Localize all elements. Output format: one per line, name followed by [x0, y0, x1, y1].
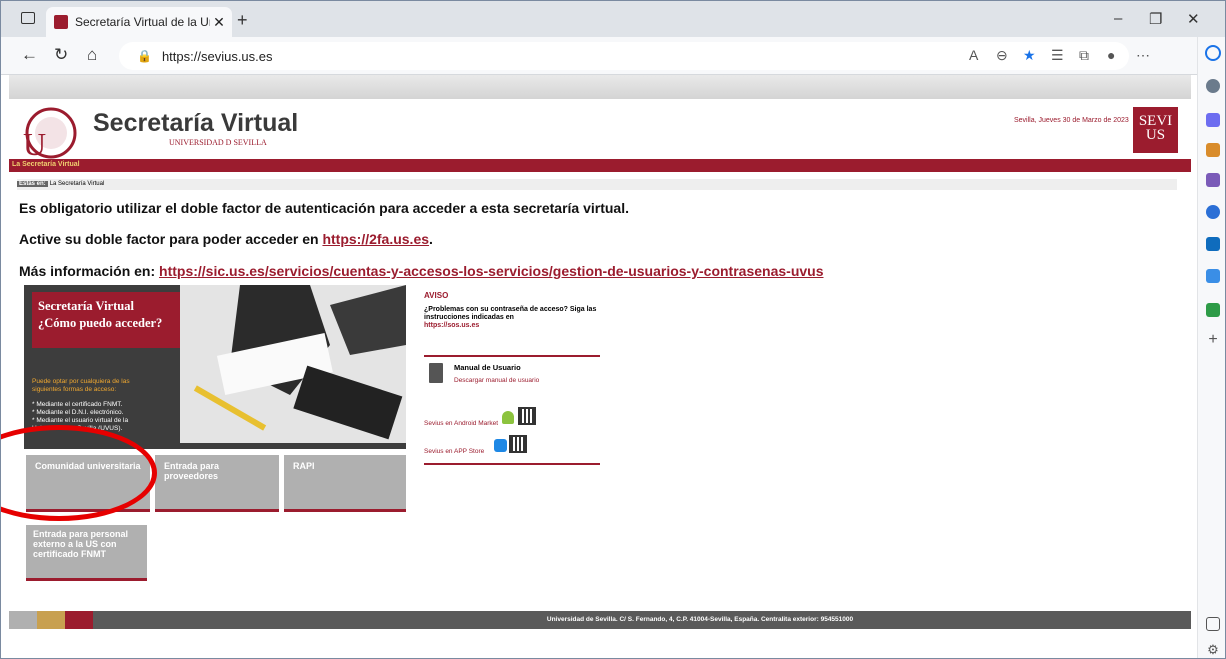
tile-rapi[interactable]: RAPI [284, 455, 406, 512]
promo-intro: Puede optar por cualquiera de las siguie… [32, 378, 130, 393]
aviso-heading: AVISO [424, 291, 449, 300]
nav-bar-label[interactable]: La Secretaría Virtual [12, 161, 80, 168]
browser-tab[interactable]: Secretaría Virtual de la Universid ✕ [46, 7, 232, 37]
tab-bar: Secretaría Virtual de la Universid ✕ + –… [1, 1, 1225, 37]
tools-icon[interactable] [1206, 143, 1220, 157]
sos-link[interactable]: https://sos.us.es [424, 322, 479, 329]
footer-swatch [37, 611, 65, 629]
games-icon[interactable] [1206, 173, 1220, 187]
footer-swatch [65, 611, 93, 629]
breadcrumb-value: La Secretaría Virtual [49, 181, 105, 187]
divider [424, 463, 600, 465]
favorite-star-icon[interactable]: ★ [1023, 47, 1036, 64]
promo-option: * Mediante el D.N.I. electrónico. [32, 409, 124, 416]
manual-download-link[interactable]: Descargar manual de usuario [454, 377, 539, 384]
divider [424, 355, 600, 357]
footer: Universidad de Sevilla. C/ S. Fernando, … [9, 611, 1191, 629]
sevius-logo: SEVI US [1133, 107, 1178, 153]
android-store-link[interactable]: Sevius en Android Market [424, 420, 498, 427]
notice-line-2-text: Active su doble factor para poder accede… [19, 231, 323, 247]
notice-line-2: Active su doble factor para poder accede… [19, 231, 433, 247]
svg-text:U: U [23, 126, 46, 159]
home-icon[interactable]: ⌂ [87, 45, 97, 65]
notice-line-1: Es obligatorio utilizar el doble factor … [19, 200, 629, 216]
zoom-icon[interactable]: ⊖ [996, 47, 1008, 64]
back-icon[interactable]: ← [21, 45, 38, 65]
close-window-icon[interactable]: ✕ [1187, 10, 1200, 28]
read-aloud-icon[interactable]: A [969, 47, 978, 63]
nav-bar: La Secretaría Virtual [9, 159, 1191, 172]
tree-icon[interactable] [1206, 303, 1220, 317]
add-icon[interactable]: + [1206, 332, 1220, 348]
tile-proveedores[interactable]: Entrada para proveedores [155, 455, 279, 512]
breadcrumb-label: Estás en: [17, 181, 48, 187]
aviso-text: ¿Problemas con su contraseña de acceso? … [424, 306, 600, 330]
sidebar-toggle-icon[interactable] [1206, 617, 1220, 631]
promo-heading-line-2: ¿Cómo puedo acceder? [38, 316, 163, 330]
document-icon [429, 363, 443, 383]
site-favicon-icon [54, 15, 68, 29]
aviso-body: ¿Problemas con su contraseña de acceso? … [424, 306, 597, 321]
shopping-icon[interactable] [1206, 113, 1220, 127]
apple-store-link[interactable]: Sevius en APP Store [424, 448, 484, 455]
send-icon[interactable] [1206, 269, 1220, 283]
android-icon [502, 411, 514, 424]
notice-line-3-text: Más información en: [19, 263, 160, 279]
android-qr-code [518, 407, 536, 425]
breadcrumb: Estás en: La Secretaría Virtual [17, 179, 1177, 190]
refresh-icon[interactable]: ↻ [54, 45, 68, 65]
address-bar-row: ← ↻ ⌂ 🔒 https://sevius.us.es A ⊖ ★ ☰ ⧉ ●… [1, 37, 1225, 75]
office-icon[interactable] [1206, 205, 1220, 219]
site-subtitle: UNIVERSIDAD D SEVILLA [169, 138, 267, 147]
collections-icon[interactable]: ⧉ [1079, 47, 1089, 64]
university-seal-logo: U [23, 107, 77, 159]
browser-window: Secretaría Virtual de la Universid ✕ + –… [0, 0, 1226, 659]
close-tab-icon[interactable]: ✕ [210, 14, 228, 31]
edge-sidebar: + ⚙ [1197, 37, 1225, 658]
notice-line-2-suffix: . [429, 231, 433, 247]
notice-line-3: Más información en: https://sic.us.es/se… [19, 263, 824, 279]
office-photo [180, 285, 406, 443]
more-menu-icon[interactable]: ⋯ [1136, 47, 1150, 64]
promo-heading-line-1: Secretaría Virtual [38, 299, 134, 313]
restore-icon[interactable]: ❐ [1149, 10, 1162, 28]
footer-swatch [9, 611, 37, 629]
2fa-link[interactable]: https://2fa.us.es [322, 231, 429, 247]
apple-qr-code [509, 435, 527, 453]
aviso-panel: AVISO ¿Problemas con su contraseña de ac… [424, 291, 600, 330]
tab-title: Secretaría Virtual de la Universid [75, 15, 210, 29]
favorites-list-icon[interactable]: ☰ [1051, 47, 1064, 64]
apple-store-icon [494, 439, 507, 452]
manual-title: Manual de Usuario [454, 363, 521, 372]
tile-personal-externo[interactable]: Entrada para personal externo a la US co… [26, 525, 147, 581]
more-info-link[interactable]: https://sic.us.es/servicios/cuentas-y-ac… [159, 263, 823, 279]
settings-gear-icon[interactable]: ⚙ [1206, 643, 1220, 657]
access-promo-banner: Secretaría Virtual ¿Cómo puedo acceder? … [24, 285, 406, 449]
site-title: Secretaría Virtual [93, 109, 299, 137]
current-date: Sevilla, Jueves 30 de Marzo de 2023 [1014, 117, 1129, 124]
lock-icon: 🔒 [137, 49, 152, 63]
promo-option: * Mediante el certificado FNMT. [32, 401, 123, 408]
top-band [9, 75, 1191, 99]
minimize-icon[interactable]: – [1114, 10, 1122, 27]
promo-heading: Secretaría Virtual ¿Cómo puedo acceder? [32, 292, 190, 348]
outlook-icon[interactable] [1206, 237, 1220, 251]
bing-icon[interactable] [1205, 45, 1221, 61]
search-icon[interactable] [1206, 79, 1220, 93]
new-tab-icon[interactable]: + [237, 10, 248, 31]
url-text: https://sevius.us.es [161, 48, 273, 64]
tab-actions-icon[interactable] [21, 12, 35, 24]
profile-icon[interactable]: ● [1107, 47, 1115, 63]
web-page: U Secretaría Virtual UNIVERSIDAD D SEVIL… [1, 75, 1191, 658]
